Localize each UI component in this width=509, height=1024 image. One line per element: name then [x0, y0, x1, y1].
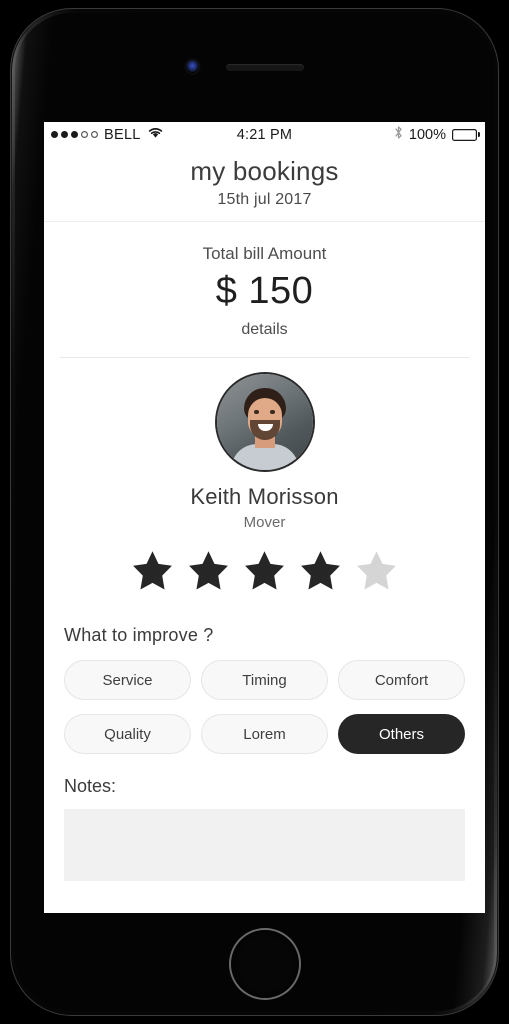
improve-chip-label: Quality — [104, 725, 151, 743]
star-filled-icon[interactable] — [186, 549, 231, 597]
page-title: my bookings — [190, 156, 339, 186]
star-filled-icon[interactable] — [242, 549, 287, 597]
provider-name: Keith Morisson — [190, 484, 339, 509]
improve-chip-quality[interactable]: Quality — [64, 714, 191, 754]
improve-chip-timing[interactable]: Timing — [201, 660, 328, 700]
improve-chip-label: Lorem — [243, 725, 286, 743]
improve-chip-label: Comfort — [374, 671, 429, 689]
bill-label: Total bill Amount — [202, 244, 327, 263]
notes-input[interactable] — [64, 809, 465, 881]
battery-full-icon — [452, 129, 480, 141]
home-button-icon[interactable] — [231, 930, 299, 998]
bill-details-link[interactable]: details — [44, 321, 485, 339]
improve-chip-others[interactable]: Others — [338, 714, 465, 754]
improve-chip-lorem[interactable]: Lorem — [201, 714, 328, 754]
page-subtitle-date: 15th jul 2017 — [217, 191, 312, 208]
improve-chip-label: Service — [102, 671, 153, 689]
notes-label: Notes: — [64, 776, 117, 796]
avatar — [216, 374, 313, 470]
star-rating[interactable] — [44, 537, 485, 617]
bill-summary-section: Total bill Amount $ 150 details — [44, 222, 485, 357]
status-bar-right: 100% — [394, 125, 480, 144]
improve-chip-label: Timing — [242, 671, 287, 689]
front-camera-icon — [186, 60, 199, 73]
phone-frame: BELL 4:21 PM 100% my bookings 15th jul 2… — [10, 8, 499, 1016]
star-filled-icon[interactable] — [298, 549, 343, 597]
provider-role: Mover — [243, 514, 286, 531]
provider-profile-section: Keith Morisson Mover — [44, 358, 485, 537]
improve-section: What to improve ? Service Timing Comfort Qu… — [44, 617, 485, 754]
app-header: my bookings 15th jul 2017 — [44, 147, 485, 221]
status-bar: BELL 4:21 PM 100% — [44, 122, 485, 147]
bluetooth-icon — [394, 125, 403, 144]
notes-section: Notes: — [44, 754, 485, 886]
earpiece-speaker-icon — [226, 64, 304, 71]
phone-screen: BELL 4:21 PM 100% my bookings 15th jul 2… — [44, 122, 485, 913]
improve-chip-grid: Service Timing Comfort Quality Lorem Others — [64, 660, 465, 754]
bill-amount-value: $ 150 — [215, 270, 314, 312]
star-empty-icon[interactable] — [354, 549, 399, 597]
improve-chip-label: Others — [378, 725, 424, 743]
improve-question-label: What to improve ? — [64, 625, 214, 645]
improve-chip-comfort[interactable]: Comfort — [338, 660, 465, 700]
battery-percent-label: 100% — [408, 126, 446, 143]
improve-chip-service[interactable]: Service — [64, 660, 191, 700]
star-filled-icon[interactable] — [130, 549, 175, 597]
